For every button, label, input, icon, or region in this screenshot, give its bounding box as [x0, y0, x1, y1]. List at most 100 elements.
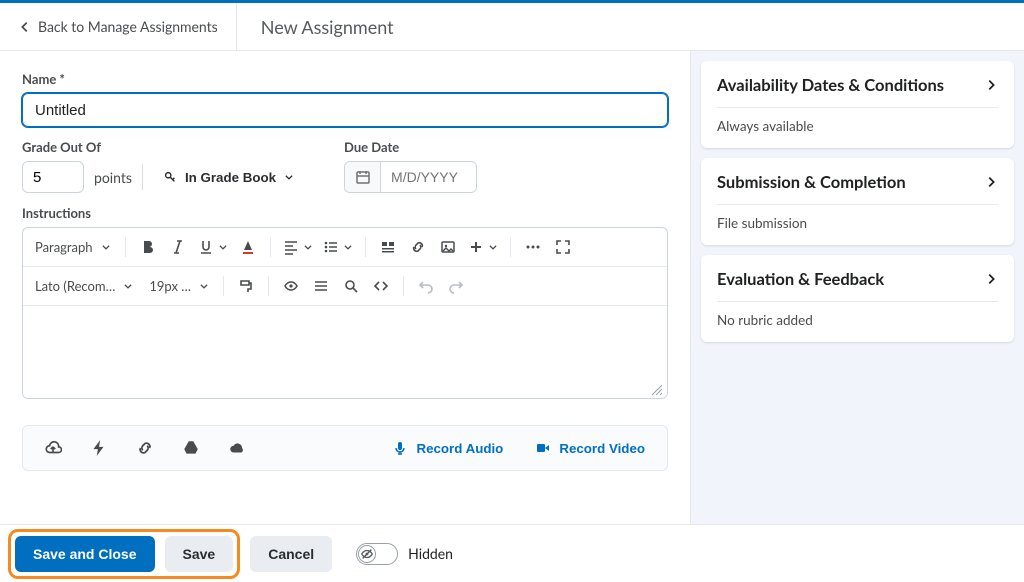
side-panels: Availability Dates & Conditions Always a… [690, 51, 1024, 524]
visibility-label: Hidden [408, 545, 453, 562]
align-button[interactable] [279, 233, 317, 261]
redo-button[interactable] [442, 272, 470, 300]
font-color-icon [240, 239, 256, 255]
undo-icon [418, 278, 434, 294]
availability-status: Always available [717, 118, 998, 134]
footer-bar: Save and Close Save Cancel Hidden [0, 524, 1024, 582]
save-button[interactable]: Save [165, 536, 234, 572]
bolt-icon [90, 439, 108, 457]
redo-icon [448, 278, 464, 294]
plus-icon [468, 239, 484, 255]
attach-link-button[interactable] [131, 434, 159, 462]
font-family-select[interactable]: Lato (Recom… [27, 272, 139, 300]
link-icon [136, 439, 154, 457]
chevron-down-icon [218, 242, 228, 252]
more-icon [525, 239, 541, 255]
name-input[interactable] [22, 93, 668, 127]
chevron-down-icon [284, 172, 294, 182]
italic-button[interactable] [164, 233, 192, 261]
font-color-button[interactable] [234, 233, 262, 261]
insert-more-button[interactable] [464, 233, 502, 261]
due-date-input[interactable] [381, 162, 476, 192]
submission-title: Submission & Completion [717, 172, 906, 192]
eye-check-icon [283, 278, 299, 294]
find-replace-button[interactable] [337, 272, 365, 300]
video-icon [535, 440, 551, 456]
font-size-select[interactable]: 19px … [141, 272, 215, 300]
chevron-down-icon [343, 242, 353, 252]
instructions-label: Instructions [22, 205, 668, 221]
visibility-toggle[interactable] [356, 543, 398, 565]
due-date-field[interactable] [344, 161, 477, 193]
availability-title: Availability Dates & Conditions [717, 75, 944, 95]
underline-icon [198, 239, 214, 255]
chevron-down-icon [488, 242, 498, 252]
page-title: New Assignment [237, 16, 418, 38]
evaluation-title: Evaluation & Feedback [717, 269, 884, 289]
italic-icon [170, 239, 186, 255]
grade-unit: points [94, 169, 132, 186]
more-actions-button[interactable] [519, 233, 547, 261]
list-button[interactable] [319, 233, 357, 261]
save-and-close-button[interactable]: Save and Close [15, 536, 155, 572]
resizer-handle[interactable] [651, 384, 663, 396]
grade-label: Grade Out Of [22, 139, 304, 155]
link-button[interactable] [404, 233, 432, 261]
availability-panel[interactable]: Availability Dates & Conditions Always a… [701, 61, 1014, 148]
list-icon [323, 239, 339, 255]
editor-body[interactable] [23, 306, 667, 398]
google-drive-icon [182, 439, 200, 457]
rich-text-editor: Paragraph Lato (Recom… 19p [22, 227, 668, 399]
chevron-down-icon [303, 242, 313, 252]
insert-stuff-button[interactable] [374, 233, 402, 261]
undo-button[interactable] [412, 272, 440, 300]
calendar-icon [345, 162, 381, 192]
submission-status: File submission [717, 215, 998, 231]
quicklink-button[interactable] [85, 434, 113, 462]
image-icon [440, 239, 456, 255]
underline-button[interactable] [194, 233, 232, 261]
hr-button[interactable] [307, 272, 335, 300]
record-audio-button[interactable]: Record Audio [386, 439, 509, 457]
chevron-right-icon [984, 175, 998, 189]
evaluation-status: No rubric added [717, 312, 998, 328]
align-icon [283, 239, 299, 255]
back-label: Back to Manage Assignments [38, 18, 218, 35]
paint-icon [238, 278, 254, 294]
bold-icon [140, 239, 156, 255]
gradebook-label: In Grade Book [185, 170, 276, 185]
grade-input[interactable] [22, 161, 84, 193]
chevron-down-icon [123, 281, 133, 291]
back-to-manage-link[interactable]: Back to Manage Assignments [0, 3, 237, 50]
tutorial-highlight: Save and Close Save [8, 529, 240, 579]
onedrive-icon [228, 439, 246, 457]
fullscreen-icon [555, 239, 571, 255]
accessibility-check-button[interactable] [277, 272, 305, 300]
google-drive-button[interactable] [177, 434, 205, 462]
header-bar: Back to Manage Assignments New Assignmen… [0, 3, 1024, 51]
block-format-select[interactable]: Paragraph [27, 233, 117, 261]
resizer-icon [651, 384, 663, 396]
cloud-upload-icon [44, 439, 62, 457]
gradebook-dropdown[interactable]: In Grade Book [153, 161, 304, 193]
fullscreen-button[interactable] [549, 233, 577, 261]
source-code-button[interactable] [367, 272, 395, 300]
due-label: Due Date [344, 139, 477, 155]
bold-button[interactable] [134, 233, 162, 261]
onedrive-button[interactable] [223, 434, 251, 462]
search-icon [343, 278, 359, 294]
chevron-right-icon [984, 78, 998, 92]
record-video-button[interactable]: Record Video [529, 439, 651, 457]
mic-icon [392, 440, 408, 456]
upload-button[interactable] [39, 434, 67, 462]
chevron-down-icon [101, 242, 111, 252]
image-button[interactable] [434, 233, 462, 261]
name-label: Name * [22, 71, 668, 87]
format-painter-button[interactable] [232, 272, 260, 300]
divider [142, 164, 143, 190]
chevron-down-icon [199, 281, 209, 291]
evaluation-panel[interactable]: Evaluation & Feedback No rubric added [701, 255, 1014, 342]
submission-panel[interactable]: Submission & Completion File submission [701, 158, 1014, 245]
eye-slash-icon [360, 547, 374, 561]
cancel-button[interactable]: Cancel [250, 536, 332, 572]
